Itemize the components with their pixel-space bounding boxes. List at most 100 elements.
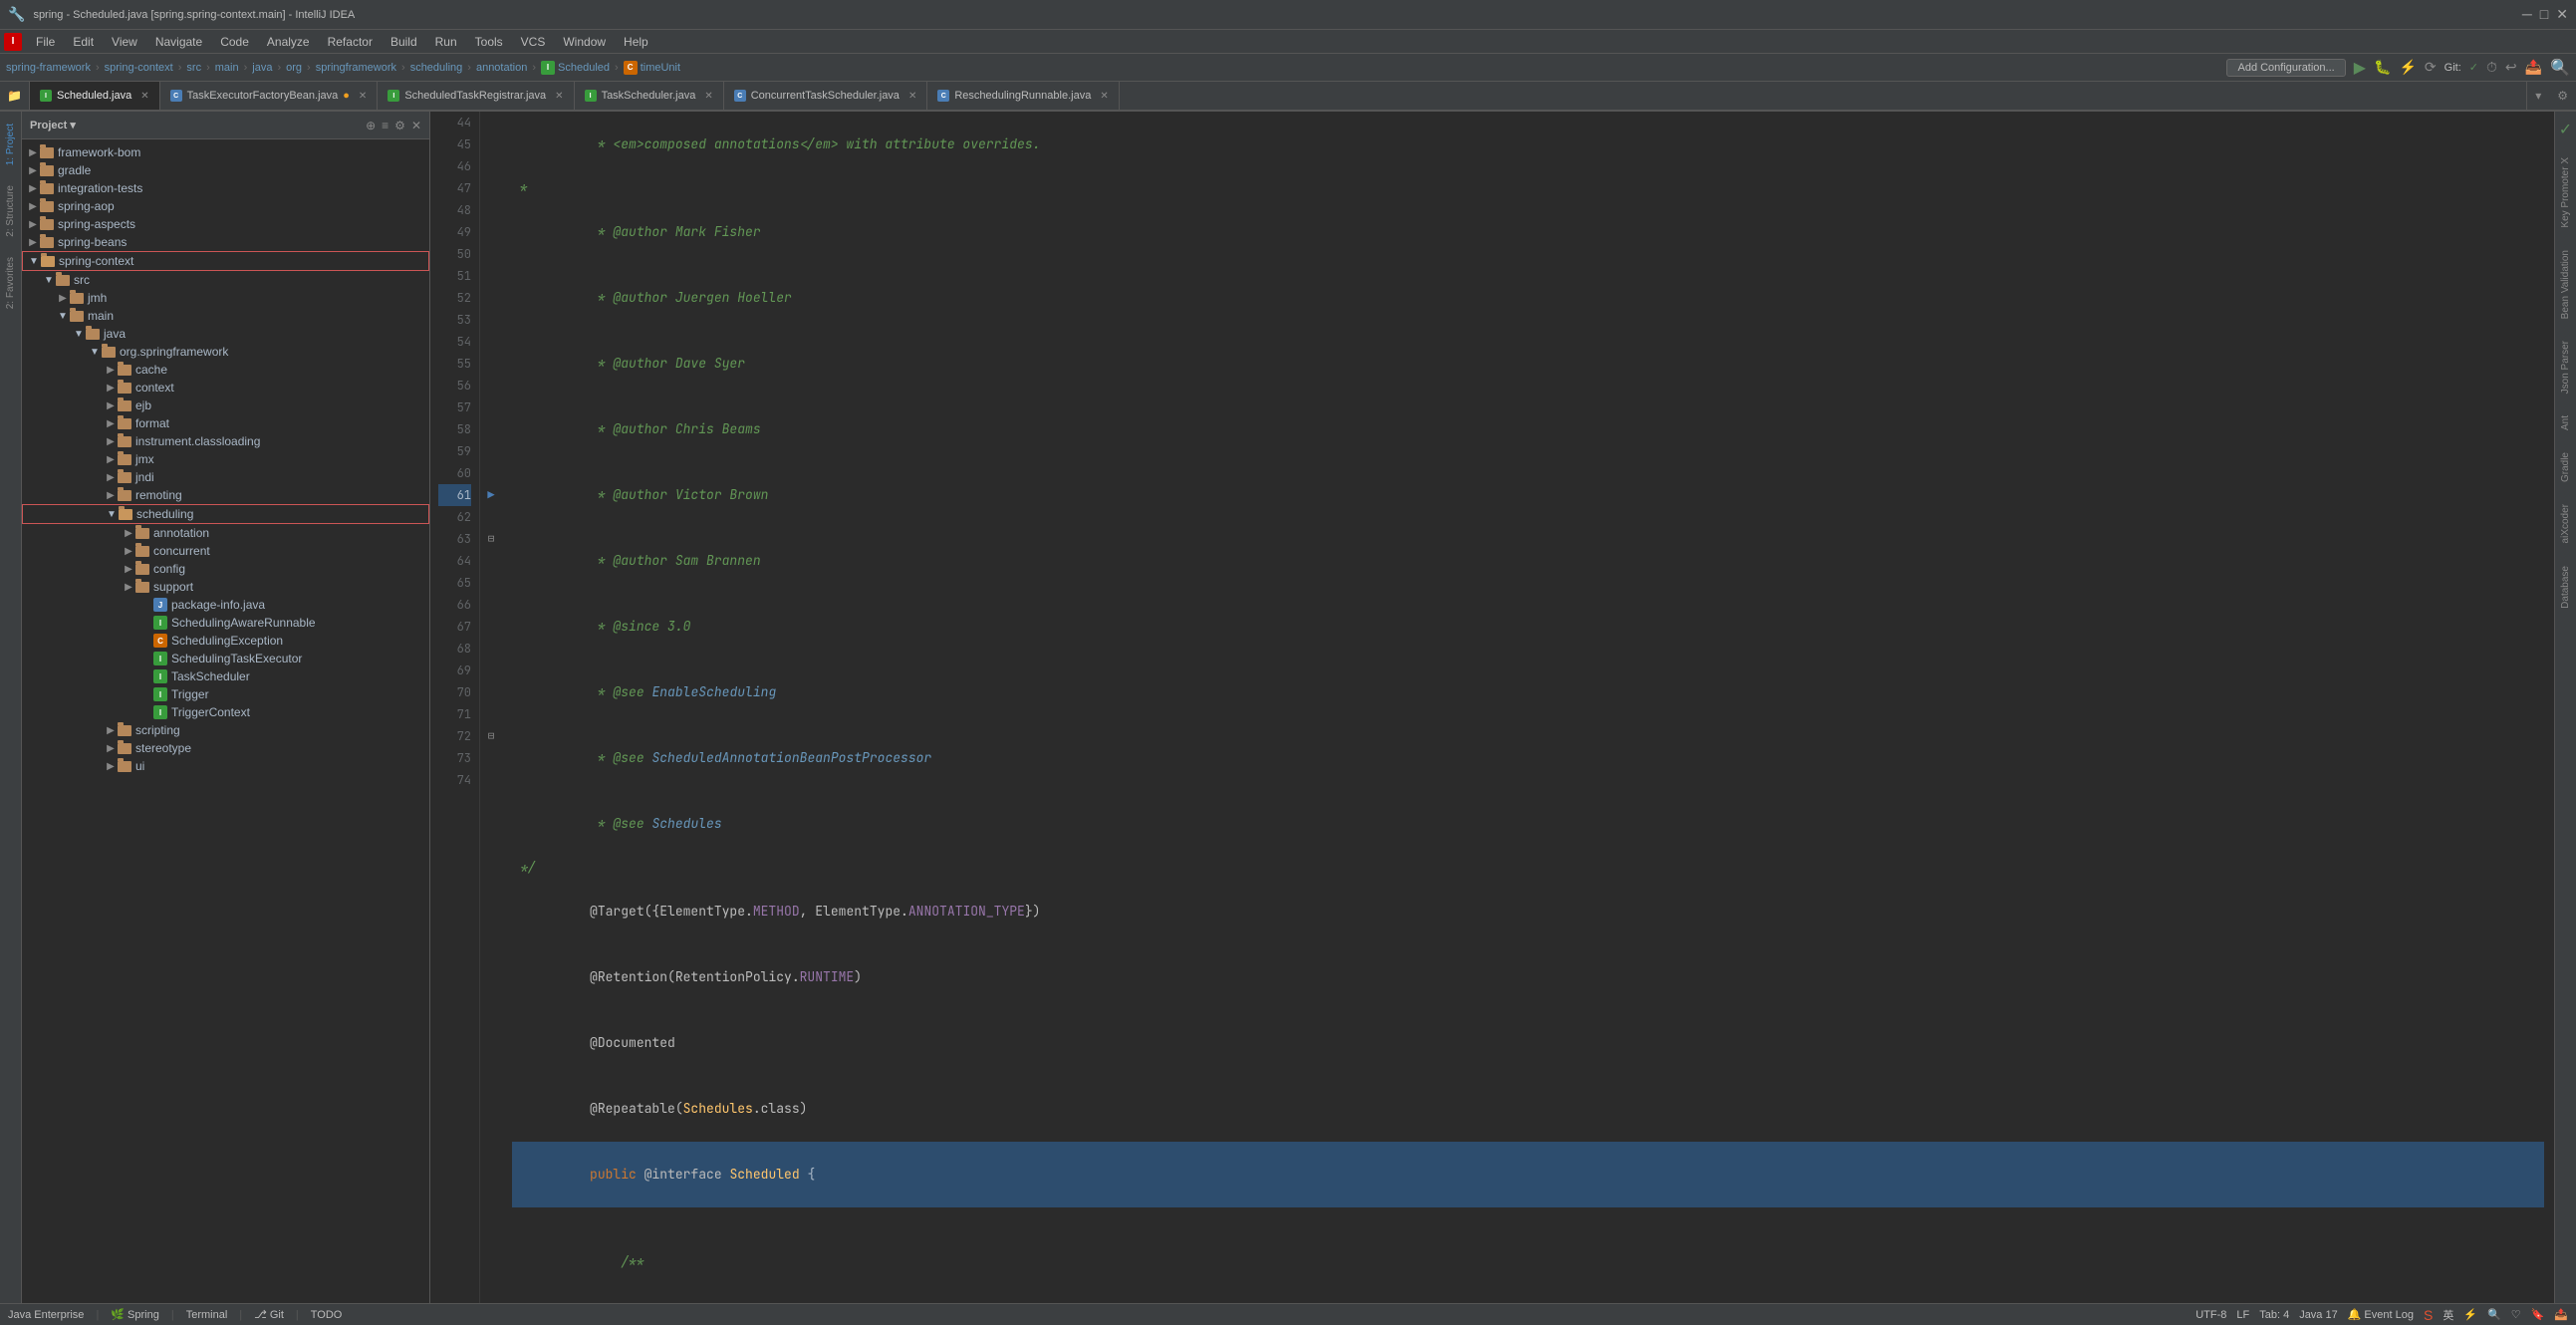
tree-item-remoting[interactable]: ▶ remoting — [22, 486, 429, 504]
menu-window[interactable]: Window — [555, 33, 614, 51]
nav-org[interactable]: org — [286, 62, 302, 74]
tree-item-java[interactable]: ▼ java — [22, 325, 429, 343]
menu-file[interactable]: File — [28, 33, 63, 51]
right-panel-database[interactable]: Database — [2558, 558, 2573, 617]
right-panel-key-promoter-x[interactable]: Key Promoter X — [2558, 149, 2573, 236]
tab-settings-icon[interactable]: ⚙ — [2549, 82, 2576, 110]
menu-run[interactable]: Run — [427, 33, 465, 51]
tab-close-scheduled[interactable]: ✕ — [140, 91, 148, 102]
tab-close-concurrent[interactable]: ✕ — [908, 91, 916, 102]
sidebar-collapse-all-icon[interactable]: ≡ — [382, 119, 388, 132]
menu-analyze[interactable]: Analyze — [259, 33, 318, 51]
tree-item-annotation[interactable]: ▶ annotation — [22, 524, 429, 542]
editor-content[interactable]: 4445464748 4950515253 5455565758 5960 61… — [430, 112, 2554, 1303]
status-encoding[interactable]: UTF-8 — [2195, 1309, 2226, 1321]
status-tab-size[interactable]: Tab: 4 — [2259, 1309, 2289, 1321]
tab-close-scheduler[interactable]: ✕ — [704, 91, 712, 102]
run-with-coverage-button[interactable]: ⚡ — [2399, 59, 2416, 76]
tree-item-concurrent[interactable]: ▶ concurrent — [22, 542, 429, 560]
status-power-save-icon[interactable]: ⚡ — [2463, 1308, 2477, 1321]
nav-main[interactable]: main — [215, 62, 239, 74]
sidebar-scroll-from-source-icon[interactable]: ⊕ — [366, 119, 376, 132]
tree-item-scheduling-exception[interactable]: ▶ C SchedulingException — [22, 632, 429, 650]
structure-tool-button[interactable]: 2: Structure — [3, 177, 18, 245]
menu-tools[interactable]: Tools — [467, 33, 511, 51]
tab-close-registrar[interactable]: ✕ — [555, 91, 563, 102]
tree-item-support[interactable]: ▶ support — [22, 578, 429, 596]
tree-item-context[interactable]: ▶ context — [22, 379, 429, 397]
favorites-tool-button[interactable]: 2: Favorites — [3, 249, 18, 317]
menu-build[interactable]: Build — [383, 33, 425, 51]
tab-more-button[interactable]: ▾ — [2526, 82, 2549, 110]
tree-item-config[interactable]: ▶ config — [22, 560, 429, 578]
nav-timeunit[interactable]: C timeUnit — [624, 61, 680, 75]
tree-item-scripting[interactable]: ▶ scripting — [22, 721, 429, 739]
tab-close-taskexecutor[interactable]: ✕ — [359, 91, 367, 102]
tab-concurrent-scheduler[interactable]: C ConcurrentTaskScheduler.java ✕ — [724, 82, 928, 110]
status-event-log[interactable]: 🔔 Event Log — [2348, 1308, 2414, 1321]
nav-scheduling[interactable]: scheduling — [410, 62, 463, 74]
tab-scheduled-java[interactable]: I Scheduled.java ✕ — [30, 82, 160, 112]
tree-item-cache[interactable]: ▶ cache — [22, 361, 429, 379]
git-revert-icon[interactable]: ↩ — [2505, 59, 2517, 76]
right-panel-bean-validation[interactable]: Bean Validation — [2558, 242, 2573, 327]
tree-item-scheduling[interactable]: ▼ scheduling — [22, 504, 429, 524]
tree-item-ui[interactable]: ▶ ui — [22, 757, 429, 775]
tree-item-trigger[interactable]: ▶ I Trigger — [22, 685, 429, 703]
tab-close-rescheduling[interactable]: ✕ — [1100, 91, 1108, 102]
minimize-button[interactable]: ─ — [2522, 6, 2532, 23]
tree-item-stereotype[interactable]: ▶ stereotype — [22, 739, 429, 757]
fold-marker-73[interactable]: ⊟ — [480, 725, 502, 747]
tree-item-integration-tests[interactable]: ▶ integration-tests — [22, 179, 429, 197]
status-heart-icon[interactable]: ♡ — [2511, 1308, 2521, 1321]
add-config-button[interactable]: Add Configuration... — [2226, 59, 2345, 77]
tree-item-jmh[interactable]: ▶ jmh — [22, 289, 429, 307]
fold-marker-63[interactable]: ⊟ — [480, 528, 502, 550]
tree-item-src[interactable]: ▼ src — [22, 271, 429, 289]
tree-item-jndi[interactable]: ▶ jndi — [22, 468, 429, 486]
git-check-icon[interactable]: ✓ — [2469, 61, 2478, 74]
right-panel-ant[interactable]: Ant — [2558, 407, 2573, 438]
tree-item-org-springframework[interactable]: ▼ org.springframework — [22, 343, 429, 361]
tree-item-framework-bom[interactable]: ▶ framework-bom — [22, 143, 429, 161]
status-hector-icon[interactable]: 🔍 — [2487, 1308, 2501, 1321]
right-panel-json-parser[interactable]: Json Parser — [2558, 333, 2573, 401]
code-area[interactable]: * <em>composed annotations</em> with att… — [502, 112, 2554, 1303]
status-java-version[interactable]: Java 17 — [2299, 1309, 2338, 1321]
menu-vcs[interactable]: VCS — [513, 33, 554, 51]
tree-item-format[interactable]: ▶ format — [22, 414, 429, 432]
status-line-ending[interactable]: LF — [2236, 1309, 2249, 1321]
nav-java[interactable]: java — [252, 62, 272, 74]
tree-item-package-info[interactable]: ▶ J package-info.java — [22, 596, 429, 614]
more-run-options[interactable]: ⟳ — [2425, 59, 2437, 76]
maximize-button[interactable]: □ — [2540, 6, 2548, 23]
right-panel-gradle[interactable]: Gradle — [2558, 444, 2573, 490]
tree-item-trigger-context[interactable]: ▶ I TriggerContext — [22, 703, 429, 721]
tab-scheduledtaskregistrar[interactable]: I ScheduledTaskRegistrar.java ✕ — [378, 82, 574, 110]
nav-annotation[interactable]: annotation — [476, 62, 527, 74]
debug-button[interactable]: 🐛 — [2374, 59, 2391, 76]
status-git[interactable]: ⎇ Git — [254, 1308, 284, 1321]
tab-taskscheduler[interactable]: I TaskScheduler.java ✕ — [575, 82, 724, 110]
nav-src[interactable]: src — [186, 62, 201, 74]
nav-spring-framework[interactable]: spring-framework — [6, 62, 91, 74]
menu-help[interactable]: Help — [616, 33, 656, 51]
status-bookmark-icon[interactable]: 🔖 — [2531, 1308, 2545, 1321]
sidebar-close-icon[interactable]: ✕ — [411, 119, 421, 132]
tree-item-spring-aspects[interactable]: ▶ spring-aspects — [22, 215, 429, 233]
menu-refactor[interactable]: Refactor — [320, 33, 381, 51]
tree-item-jmx[interactable]: ▶ jmx — [22, 450, 429, 468]
right-panel-aixcoder[interactable]: aiXcoder — [2558, 496, 2573, 551]
menu-code[interactable]: Code — [212, 33, 257, 51]
status-spring[interactable]: 🌿 Spring — [111, 1308, 159, 1321]
nav-spring-context[interactable]: spring-context — [105, 62, 173, 74]
status-lang-icon[interactable]: 英 — [2443, 1307, 2453, 1323]
tree-item-gradle[interactable]: ▶ gradle — [22, 161, 429, 179]
git-history-icon[interactable]: ⏱ — [2486, 59, 2497, 76]
search-everywhere-icon[interactable]: 🔍 — [2550, 58, 2570, 78]
status-java-enterprise[interactable]: Java Enterprise — [8, 1309, 84, 1321]
tree-item-instrument[interactable]: ▶ instrument.classloading — [22, 432, 429, 450]
tree-item-scheduling-task-executor[interactable]: ▶ I SchedulingTaskExecutor — [22, 650, 429, 667]
status-terminal[interactable]: Terminal — [186, 1309, 228, 1321]
tree-item-spring-aop[interactable]: ▶ spring-aop — [22, 197, 429, 215]
